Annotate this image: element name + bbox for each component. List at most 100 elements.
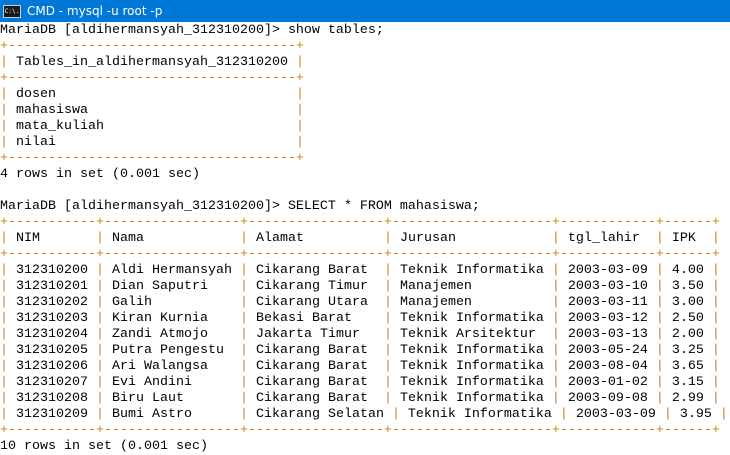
table-cell: Kiran Kurnia <box>103 311 240 326</box>
table-cell: Putra Pengestu <box>103 343 240 358</box>
column-divider: | <box>239 391 248 406</box>
column-divider: | <box>239 375 248 390</box>
prompt-line: MariaDB [aldihermansyah_312310200]> SELE… <box>0 199 730 215</box>
table-cell: Teknik Informatika <box>391 263 552 278</box>
table-cell: 2003-03-13 <box>559 327 656 342</box>
table-cell: Manajemen <box>391 279 552 294</box>
column-divider: | <box>551 263 560 278</box>
column-header: NIM <box>8 231 96 246</box>
result-text: 10 rows in set (0.001 sec) <box>0 439 208 454</box>
column-divider: | <box>95 263 104 278</box>
table-cell: 312310201 <box>8 279 96 294</box>
column-divider: | <box>295 119 304 134</box>
column-divider: | <box>383 263 392 278</box>
column-divider: | <box>95 279 104 294</box>
border-line: +------------------------------------+ <box>0 39 304 54</box>
column-divider: | <box>95 407 104 422</box>
table-cell: Jakarta Timur <box>247 327 384 342</box>
table-cell: 2.99 <box>663 391 712 406</box>
table-cell: dosen <box>8 87 296 102</box>
column-divider: | <box>295 135 304 150</box>
column-divider: | <box>719 407 728 422</box>
column-divider: | <box>551 327 560 342</box>
border-line: +-----------+-----------------+---------… <box>0 423 720 438</box>
table-cell: 312310203 <box>8 311 96 326</box>
column-divider: | <box>551 231 560 246</box>
column-divider: | <box>655 359 664 374</box>
table-cell: 312310200 <box>8 263 96 278</box>
column-divider: | <box>655 311 664 326</box>
column-divider: | <box>663 407 672 422</box>
column-divider: | <box>0 359 8 374</box>
column-divider: | <box>239 359 248 374</box>
column-divider: | <box>295 87 304 102</box>
column-divider: | <box>0 263 8 278</box>
border-line: +-----------+-----------------+---------… <box>0 215 720 230</box>
column-divider: | <box>0 375 8 390</box>
table-cell: 312310207 <box>8 375 96 390</box>
column-divider: | <box>239 327 248 342</box>
console-output[interactable]: MariaDB [aldihermansyah_312310200]> show… <box>0 23 730 455</box>
column-divider: | <box>0 295 8 310</box>
column-divider: | <box>295 103 304 118</box>
table-cell: 4.00 <box>663 263 712 278</box>
table-row: | 312310205 | Putra Pengestu | Cikarang … <box>0 343 730 359</box>
column-divider: | <box>239 295 248 310</box>
column-divider: | <box>383 279 392 294</box>
column-divider: | <box>239 343 248 358</box>
table-row: | 312310203 | Kiran Kurnia | Bekasi Bara… <box>0 311 730 327</box>
table-cell: Teknik Informatika <box>391 311 552 326</box>
column-divider: | <box>239 279 248 294</box>
table-cell: 2.50 <box>663 311 712 326</box>
column-divider: | <box>0 119 8 134</box>
table-cell: Cikarang Utara <box>247 295 384 310</box>
column-divider: | <box>239 407 248 422</box>
table-cell: Cikarang Barat <box>247 343 384 358</box>
column-divider: | <box>0 231 8 246</box>
column-divider: | <box>383 231 392 246</box>
table-cell: Zandi Atmojo <box>103 327 240 342</box>
column-divider: | <box>711 327 720 342</box>
table-row: | dosen | <box>0 87 730 103</box>
column-divider: | <box>0 391 8 406</box>
column-divider: | <box>711 231 720 246</box>
column-divider: | <box>655 295 664 310</box>
table-cell: 2003-03-10 <box>559 279 656 294</box>
column-divider: | <box>711 391 720 406</box>
column-divider: | <box>383 359 392 374</box>
column-divider: | <box>655 343 664 358</box>
column-divider: | <box>95 359 104 374</box>
column-divider: | <box>0 103 8 118</box>
table-cell: 2003-01-02 <box>559 375 656 390</box>
column-divider: | <box>391 407 400 422</box>
border-line: +------------------------------------+ <box>0 151 304 166</box>
table-cell: Teknik Arsitektur <box>391 327 552 342</box>
column-divider: | <box>95 311 104 326</box>
column-divider: | <box>655 391 664 406</box>
column-divider: | <box>551 359 560 374</box>
column-divider: | <box>711 279 720 294</box>
table-cell: 2003-03-09 <box>567 407 664 422</box>
table-cell: Teknik Informatika <box>391 375 552 390</box>
table-border: +-----------+-----------------+---------… <box>0 215 730 231</box>
column-header: Tables_in_aldihermansyah_312310200 <box>8 55 296 70</box>
column-divider: | <box>0 327 8 342</box>
table-border: +------------------------------------+ <box>0 39 730 55</box>
table-cell: 2003-05-24 <box>559 343 656 358</box>
table-cell: Teknik Informatika <box>391 343 552 358</box>
table-border: +-----------+-----------------+---------… <box>0 423 730 439</box>
column-header: Alamat <box>247 231 384 246</box>
column-divider: | <box>655 375 664 390</box>
table-border: +-----------+-----------------+---------… <box>0 247 730 263</box>
result-text: 4 rows in set (0.001 sec) <box>0 167 200 182</box>
table-row: | 312310202 | Galih | Cikarang Utara | M… <box>0 295 730 311</box>
table-cell: 2.00 <box>663 327 712 342</box>
column-divider: | <box>239 231 248 246</box>
table-cell: 2003-03-09 <box>559 263 656 278</box>
table-cell: Galih <box>103 295 240 310</box>
table-row: | 312310204 | Zandi Atmojo | Jakarta Tim… <box>0 327 730 343</box>
column-divider: | <box>383 343 392 358</box>
title-bar[interactable]: C:\. CMD - mysql -u root -p <box>0 0 730 22</box>
column-header: Jurusan <box>391 231 552 246</box>
